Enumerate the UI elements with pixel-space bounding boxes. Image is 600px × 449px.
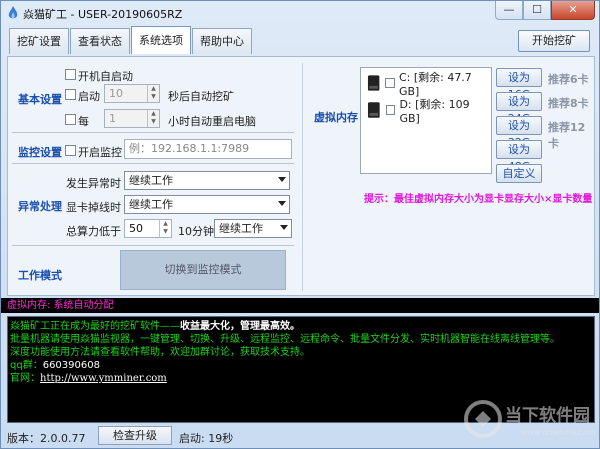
website-link[interactable]: http://www.ymminer.com: [40, 373, 167, 384]
vertical-divider: [302, 63, 303, 291]
tab-system-options[interactable]: 系统选项: [131, 26, 191, 54]
flame-app-icon: [8, 6, 18, 19]
gpu-drop-select[interactable]: 继续工作: [124, 195, 290, 214]
tab-help-center[interactable]: 帮助中心: [192, 28, 252, 54]
recommend-6-label: 推荐6卡: [548, 73, 589, 86]
hashrate-action-select[interactable]: 继续工作: [214, 219, 292, 238]
virtual-memory-status: 虚拟内存: 系统自动分配: [1, 298, 599, 313]
qq-value: 660390608: [42, 360, 100, 371]
monitor-settings-label: 监控设置: [18, 146, 62, 159]
version-label: 版本：2.0.0.77: [7, 432, 86, 445]
tab-mining-settings[interactable]: 挖矿设置: [9, 28, 69, 54]
autostart-label: 开机自启动: [78, 70, 133, 83]
duration-label: 10分钟: [178, 225, 214, 238]
divider: [12, 132, 294, 133]
hard-drive-icon: [367, 75, 380, 91]
console-line: 官网：http://www.ymminer.com: [10, 372, 592, 385]
delay-start-checkbox[interactable]: [65, 89, 76, 100]
watermark-url: www.downxia.com: [521, 428, 596, 437]
divider: [12, 245, 294, 246]
gpu-drop-value: 继续工作: [129, 198, 173, 211]
on-error-select[interactable]: 继续工作: [124, 171, 290, 190]
list-item[interactable]: C: [剩余: 47.7 GB]: [367, 71, 491, 98]
console-line: 深度功能使用方法请查看软件帮助，欢迎加群讨论，获取技术支持。: [10, 347, 310, 358]
stepper-arrows-icon[interactable]: ▲ ▼: [159, 220, 171, 237]
watermark-brand: 当下软件园: [505, 405, 590, 426]
hashrate-label: 总算力低于: [66, 225, 121, 238]
reboot-suffix-label: 小时自动重启电脑: [168, 115, 256, 128]
delay-suffix-label: 秒后自动挖矿: [168, 90, 234, 103]
title-bar: 焱猫矿工 - USER-20190605RZ — ☐ ✕: [1, 1, 599, 25]
on-error-label: 发生异常时: [66, 177, 121, 190]
delay-seconds-stepper[interactable]: 10 ▲ ▼: [104, 84, 160, 103]
basic-settings-label: 基本设置: [18, 93, 62, 106]
console-slogan: 收益最大化，管理最高效。: [180, 321, 300, 332]
drive-c-checkbox[interactable]: [385, 78, 395, 88]
custom-size-button[interactable]: 自定义: [496, 164, 542, 183]
set-16g-button[interactable]: 设为16G: [496, 68, 542, 101]
virtual-memory-hint: 提示：最佳虚拟内存大小为显卡显存大小×显卡数量: [364, 194, 593, 205]
gpu-drop-label: 显卡掉线时: [66, 201, 121, 214]
stepper-arrows-icon[interactable]: ▲ ▼: [147, 85, 159, 102]
console-line: 焱猫矿工正在成为最好的挖矿软件——收益最大化，管理最高效。: [10, 320, 592, 333]
console-line: qq群：660390608: [10, 359, 592, 372]
chevron-down-icon: [278, 201, 286, 206]
reboot-checkbox[interactable]: [65, 114, 76, 125]
close-button[interactable]: ✕: [551, 1, 595, 20]
uptime-label: 启动: 19秒: [179, 432, 234, 445]
start-mining-button[interactable]: 开始挖矿: [518, 30, 590, 52]
hashrate-stepper[interactable]: 50 ▲ ▼: [124, 219, 172, 238]
hashrate-action-value: 继续工作: [219, 222, 263, 235]
site-label: 官网：: [10, 373, 40, 384]
options-panel: 基本设置 开机自启动 启动 10 ▲ ▼ 秒后自动挖矿 每 1 ▲ ▼ 小时自动重启…: [7, 56, 595, 296]
drive-list: C: [剩余: 47.7 GB] D: [剩余: 109 GB]: [360, 67, 492, 174]
work-mode-label: 工作模式: [18, 269, 62, 282]
window-title: 焱猫矿工 - USER-20190605RZ: [23, 8, 183, 21]
console-line: 批量机器请使用焱猫监视器，一键管理、切换、升级、远程监控、远程命令、批量文件分发…: [10, 334, 560, 345]
autostart-checkbox[interactable]: [65, 69, 76, 80]
virtual-memory-label: 虚拟内存: [314, 111, 358, 124]
reboot-hours-value: 1: [109, 112, 116, 125]
recommend-12-label: 推荐12卡: [548, 121, 586, 150]
recommend-8-label: 推荐8卡: [548, 97, 589, 110]
check-update-button[interactable]: 检查升级: [98, 426, 172, 445]
drive-c-label: C: [剩余: 47.7 GB]: [398, 70, 472, 98]
chevron-down-icon: [280, 225, 288, 230]
switch-monitor-mode-button[interactable]: 切换到监控模式: [120, 250, 286, 290]
minimize-button[interactable]: —: [495, 1, 523, 20]
stepper-arrows-icon[interactable]: ▲ ▼: [147, 110, 159, 127]
hard-drive-icon: [367, 102, 380, 118]
set-48g-button[interactable]: 设为48G: [496, 140, 542, 173]
tab-bar: 挖矿设置 查看状态 系统选项 帮助中心: [9, 26, 253, 54]
reboot-hours-stepper[interactable]: 1 ▲ ▼: [104, 109, 160, 128]
drive-d-checkbox[interactable]: [385, 105, 396, 115]
divider: [12, 163, 294, 164]
list-item[interactable]: D: [剩余: 109 GB]: [367, 98, 491, 125]
console-text: 焱猫矿工正在成为最好的挖矿软件——: [10, 321, 180, 332]
exception-handling-label: 异常处理: [18, 200, 62, 213]
main-window: 焱猫矿工 - USER-20190605RZ — ☐ ✕ 挖矿设置 查看状态 系…: [0, 0, 600, 449]
reboot-prefix-label: 每: [78, 115, 89, 128]
set-32g-button[interactable]: 设为32G: [496, 116, 542, 149]
monitor-checkbox[interactable]: [65, 145, 76, 156]
maximize-button[interactable]: ☐: [523, 1, 551, 20]
hashrate-value: 50: [129, 222, 143, 235]
on-error-value: 继续工作: [129, 174, 173, 187]
monitor-label: 开启监控: [78, 146, 122, 159]
delay-seconds-value: 10: [109, 87, 123, 100]
chevron-down-icon: [278, 177, 286, 182]
watermark-logo: 当下软件园 www.downxia.com: [464, 400, 596, 438]
set-24g-button[interactable]: 设为24G: [496, 92, 542, 125]
qq-label: qq群：: [10, 360, 43, 371]
delay-start-label: 启动: [78, 90, 100, 103]
monitor-address-input[interactable]: 例：192.168.1.1:7989: [124, 139, 292, 159]
tab-view-status[interactable]: 查看状态: [70, 28, 130, 54]
drive-d-label: D: [剩余: 109 GB]: [399, 97, 470, 125]
